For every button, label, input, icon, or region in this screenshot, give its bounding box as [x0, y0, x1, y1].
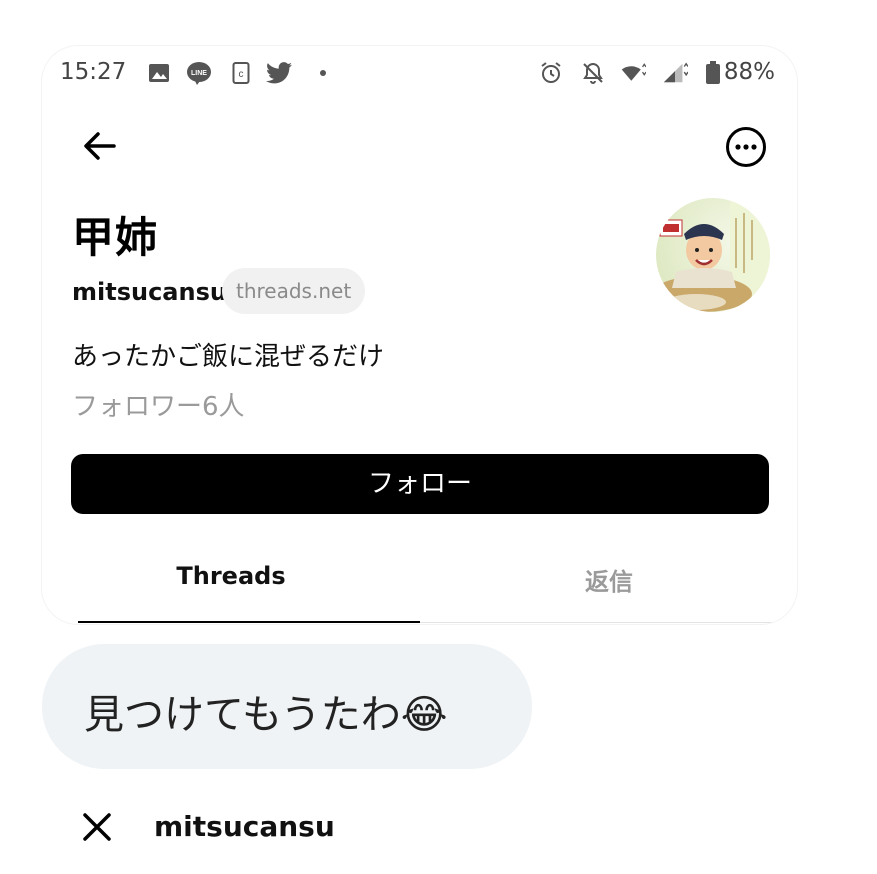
battery-percent: 88% — [723, 59, 775, 85]
close-icon[interactable] — [80, 810, 114, 844]
more-horizontal-circle-icon[interactable] — [725, 126, 767, 168]
status-time: 15:27 — [60, 59, 127, 85]
comment-bubble: 見つけてもうたわ😂 — [42, 644, 532, 769]
avatar[interactable] — [656, 198, 770, 312]
profile-card: 15:27 LINE c 88% 甲姉 mitsucansu threads.n… — [42, 46, 797, 624]
tab-divider — [420, 622, 797, 623]
svg-text:LINE: LINE — [191, 70, 207, 77]
notifications-off-icon — [580, 60, 606, 86]
active-tab-indicator — [78, 621, 420, 623]
signal-icon — [662, 60, 688, 86]
alarm-icon — [538, 60, 564, 86]
tab-replies[interactable]: 返信 — [420, 562, 797, 597]
bottom-bar: mitsucansu — [42, 796, 797, 874]
tab-threads[interactable]: Threads — [42, 562, 420, 590]
wifi-icon — [620, 60, 646, 86]
profile-username: mitsucansu — [72, 278, 227, 306]
status-bar: 15:27 LINE c 88% — [42, 46, 797, 100]
comment-text: 見つけてもうたわ😂 — [84, 692, 448, 738]
follower-count[interactable]: フォロワー6人 — [72, 386, 245, 423]
profile-name: 甲姉 — [72, 213, 159, 262]
image-icon — [146, 60, 172, 86]
bottom-username: mitsucansu — [154, 810, 335, 843]
follow-button[interactable]: フォロー — [71, 454, 769, 514]
twitter-icon — [266, 60, 292, 86]
profile-bio: あったかご飯に混ぜるだけ — [72, 342, 385, 372]
domain-badge[interactable]: threads.net — [222, 268, 366, 314]
arrow-left-icon[interactable] — [80, 126, 120, 166]
line-app-icon: LINE — [186, 60, 212, 86]
svg-text:c: c — [239, 69, 244, 80]
clipboard-icon: c — [228, 60, 254, 86]
battery-icon — [700, 60, 726, 86]
dot-icon — [310, 60, 336, 86]
